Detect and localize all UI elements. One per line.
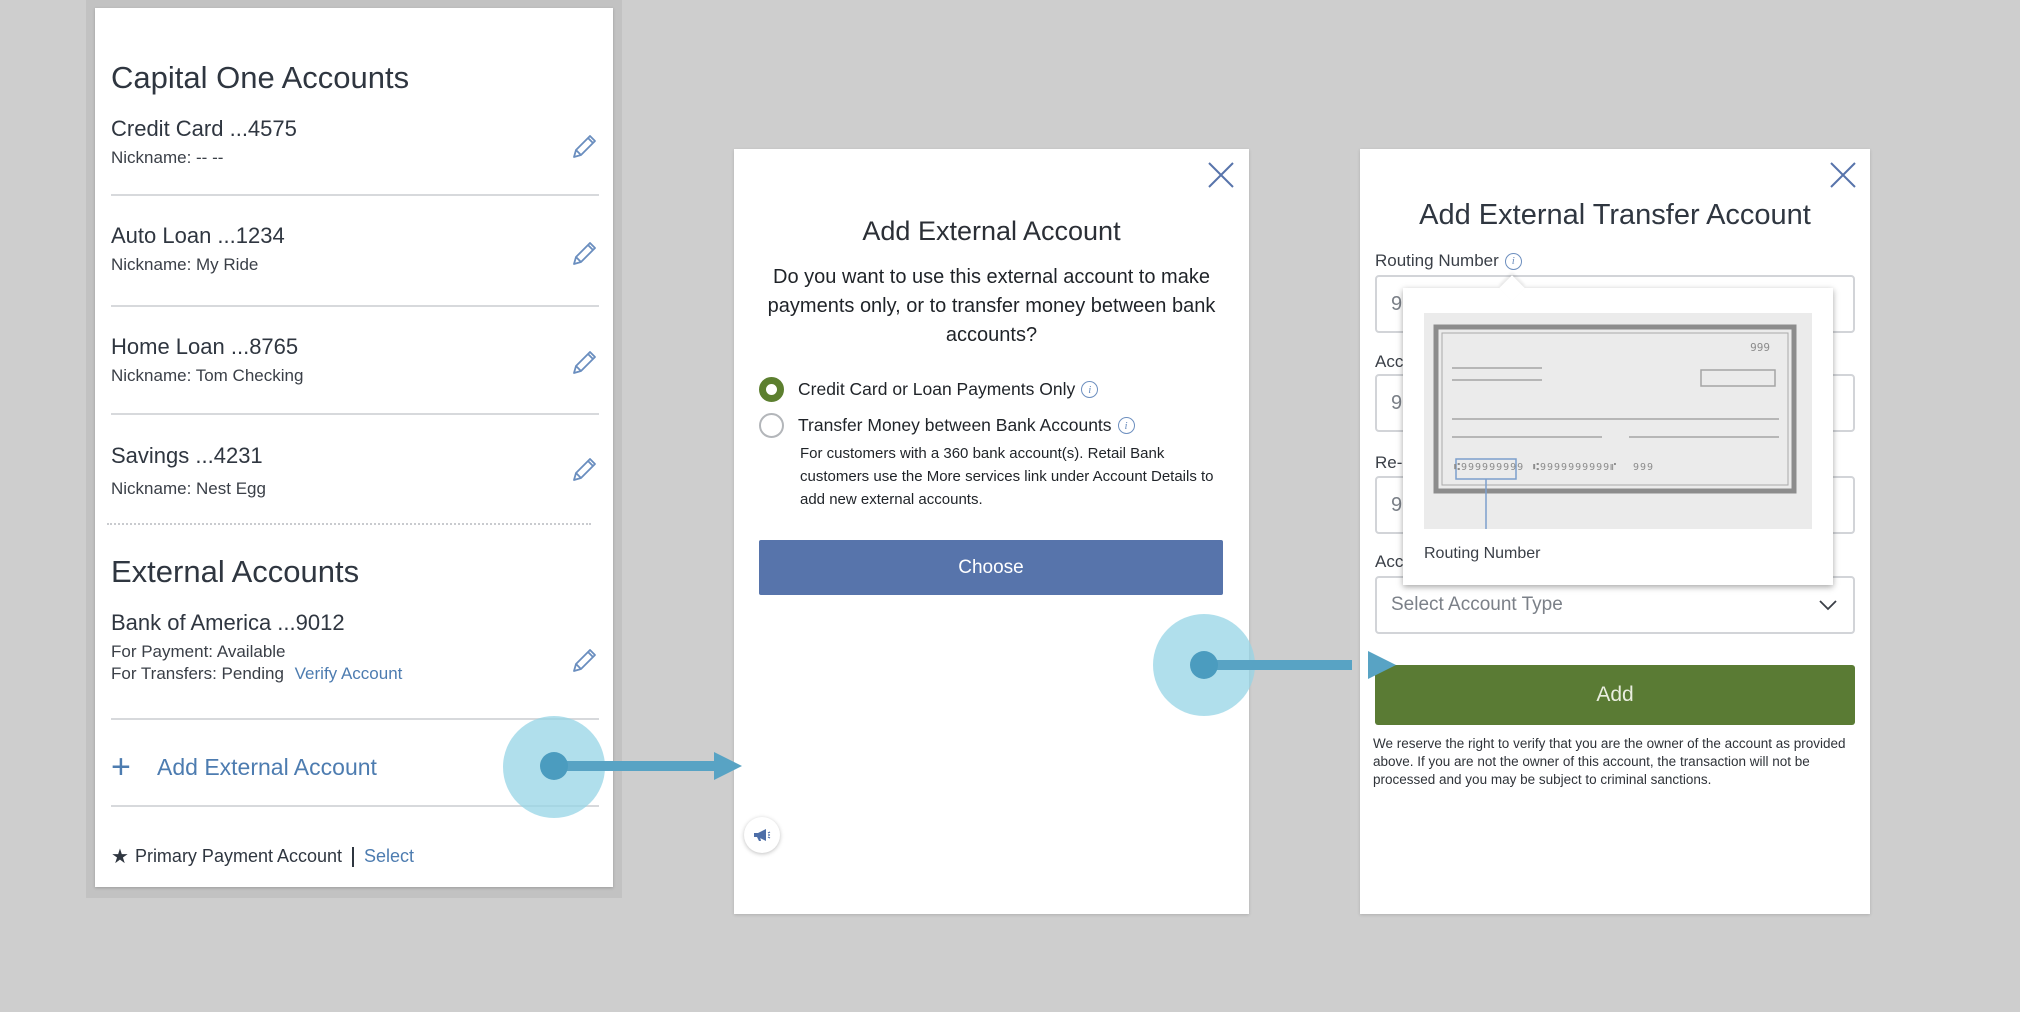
- divider: [111, 194, 599, 196]
- edit-pencil-icon[interactable]: [569, 132, 599, 162]
- external-accounts-title: External Accounts: [111, 554, 360, 589]
- option-payments-only[interactable]: Credit Card or Loan Payments Only i: [759, 377, 1099, 402]
- primary-payment-label: Primary Payment Account: [134, 846, 343, 866]
- option-transfer-money[interactable]: Transfer Money between Bank Accounts i: [759, 413, 1135, 438]
- account-type-placeholder: Select Account Type: [1391, 594, 1563, 615]
- check-account-digits: ⑆9999999999⑈: [1533, 462, 1618, 473]
- account-item-credit-card[interactable]: Credit Card ...4575 Nickname: -- --: [111, 116, 599, 168]
- tap-point: [540, 752, 568, 780]
- radio-payments-checked[interactable]: [759, 377, 784, 402]
- edit-pencil-icon[interactable]: [569, 455, 599, 485]
- star-icon: ★: [111, 846, 129, 868]
- flow-arrow-shaft: [554, 761, 714, 771]
- select-primary-link[interactable]: Select: [364, 846, 414, 867]
- external-account-item[interactable]: Bank of America ...9012 For Payment: Ava…: [111, 610, 599, 684]
- flow-arrow-head: [714, 752, 742, 780]
- dialog-question: Do you want to use this external account…: [767, 266, 1216, 346]
- account-nickname: Nickname: My Ride: [111, 255, 259, 274]
- divider: [111, 305, 599, 307]
- separator: [352, 846, 355, 867]
- transfer-status-row: For Transfers: Pending Verify Account: [111, 664, 599, 684]
- account-nickname: Nickname: Nest Egg: [111, 479, 266, 498]
- check-digits: 999: [1633, 462, 1655, 473]
- routing-number-label: Routing Number: [1375, 251, 1499, 270]
- option-transfer-label: Transfer Money between Bank Accounts: [798, 415, 1112, 435]
- verify-account-link[interactable]: Verify Account: [295, 664, 403, 683]
- flow-arrow-head: [1368, 651, 1396, 679]
- add-button[interactable]: Add: [1375, 665, 1855, 725]
- edit-pencil-icon[interactable]: [569, 239, 599, 269]
- payment-status: For Payment: Available: [111, 642, 286, 661]
- external-account-name: Bank of America ...9012: [111, 610, 345, 635]
- account-item-auto-loan[interactable]: Auto Loan ...1234 Nickname: My Ride: [111, 223, 599, 275]
- account-name: Auto Loan ...1234: [111, 223, 285, 248]
- feedback-button[interactable]: [744, 817, 780, 853]
- divider: [111, 413, 599, 415]
- capital-one-accounts-title: Capital One Accounts: [111, 60, 410, 95]
- account-item-home-loan[interactable]: Home Loan ...8765 Nickname: Tom Checking: [111, 334, 599, 386]
- account-nickname: Nickname: Tom Checking: [111, 366, 304, 385]
- tooltip-label: Routing Number: [1424, 545, 1541, 562]
- add-external-transfer-dialog: Add External Transfer Account Routing Nu…: [1360, 149, 1870, 914]
- account-name: Credit Card ...4575: [111, 116, 297, 141]
- primary-payment-row: ★ Primary Payment Account Select: [111, 844, 414, 869]
- check-illustration: 999 ⑆999999999 ⑆9999999999⑈ 999: [1424, 313, 1812, 529]
- routing-number-tooltip: 999 ⑆999999999 ⑆9999999999⑈ 999 Routing …: [1403, 275, 1833, 585]
- check-routing-digits: ⑆999999999: [1454, 462, 1525, 473]
- divider: [111, 718, 599, 720]
- add-external-account-label: Add External Account: [157, 753, 377, 780]
- edit-pencil-icon[interactable]: [569, 348, 599, 378]
- plus-icon: +: [111, 748, 131, 786]
- section-divider: [107, 523, 591, 525]
- account-item-savings[interactable]: Savings ...4231 Nickname: Nest Egg: [111, 443, 599, 499]
- add-external-account-button[interactable]: + Add External Account: [111, 750, 377, 784]
- chevron-down-icon: [1819, 600, 1837, 611]
- check-number: 999: [1750, 341, 1770, 354]
- account-nickname: Nickname: -- --: [111, 148, 224, 167]
- edit-pencil-icon[interactable]: [569, 646, 599, 676]
- info-icon[interactable]: i: [1117, 417, 1135, 434]
- close-icon[interactable]: [1828, 160, 1858, 190]
- radio-transfer[interactable]: [759, 413, 784, 438]
- account-name: Savings ...4231: [111, 443, 263, 468]
- account-name: Home Loan ...8765: [111, 334, 299, 359]
- info-icon[interactable]: i: [1081, 381, 1099, 398]
- close-icon[interactable]: [1206, 160, 1236, 190]
- info-icon[interactable]: i: [1504, 252, 1522, 270]
- megaphone-icon: [754, 829, 771, 841]
- routing-number-label-row: Routing Number i: [1375, 251, 1522, 271]
- choose-button[interactable]: Choose: [759, 540, 1223, 595]
- option-payments-label: Credit Card or Loan Payments Only: [798, 379, 1076, 399]
- transfer-status: For Transfers: Pending: [111, 664, 284, 683]
- tap-point: [1190, 651, 1218, 679]
- flow-arrow-shaft: [1204, 660, 1352, 670]
- dialog-title: Add External Account: [862, 216, 1121, 246]
- disclaimer-text: We reserve the right to verify that you …: [1373, 736, 1846, 787]
- add-external-account-dialog: Add External Account Do you want to use …: [734, 149, 1249, 914]
- dialog-title: Add External Transfer Account: [1419, 199, 1811, 231]
- transfer-description: For customers with a 360 bank account(s)…: [800, 445, 1214, 508]
- account-type-label: Acc: [1375, 552, 1404, 571]
